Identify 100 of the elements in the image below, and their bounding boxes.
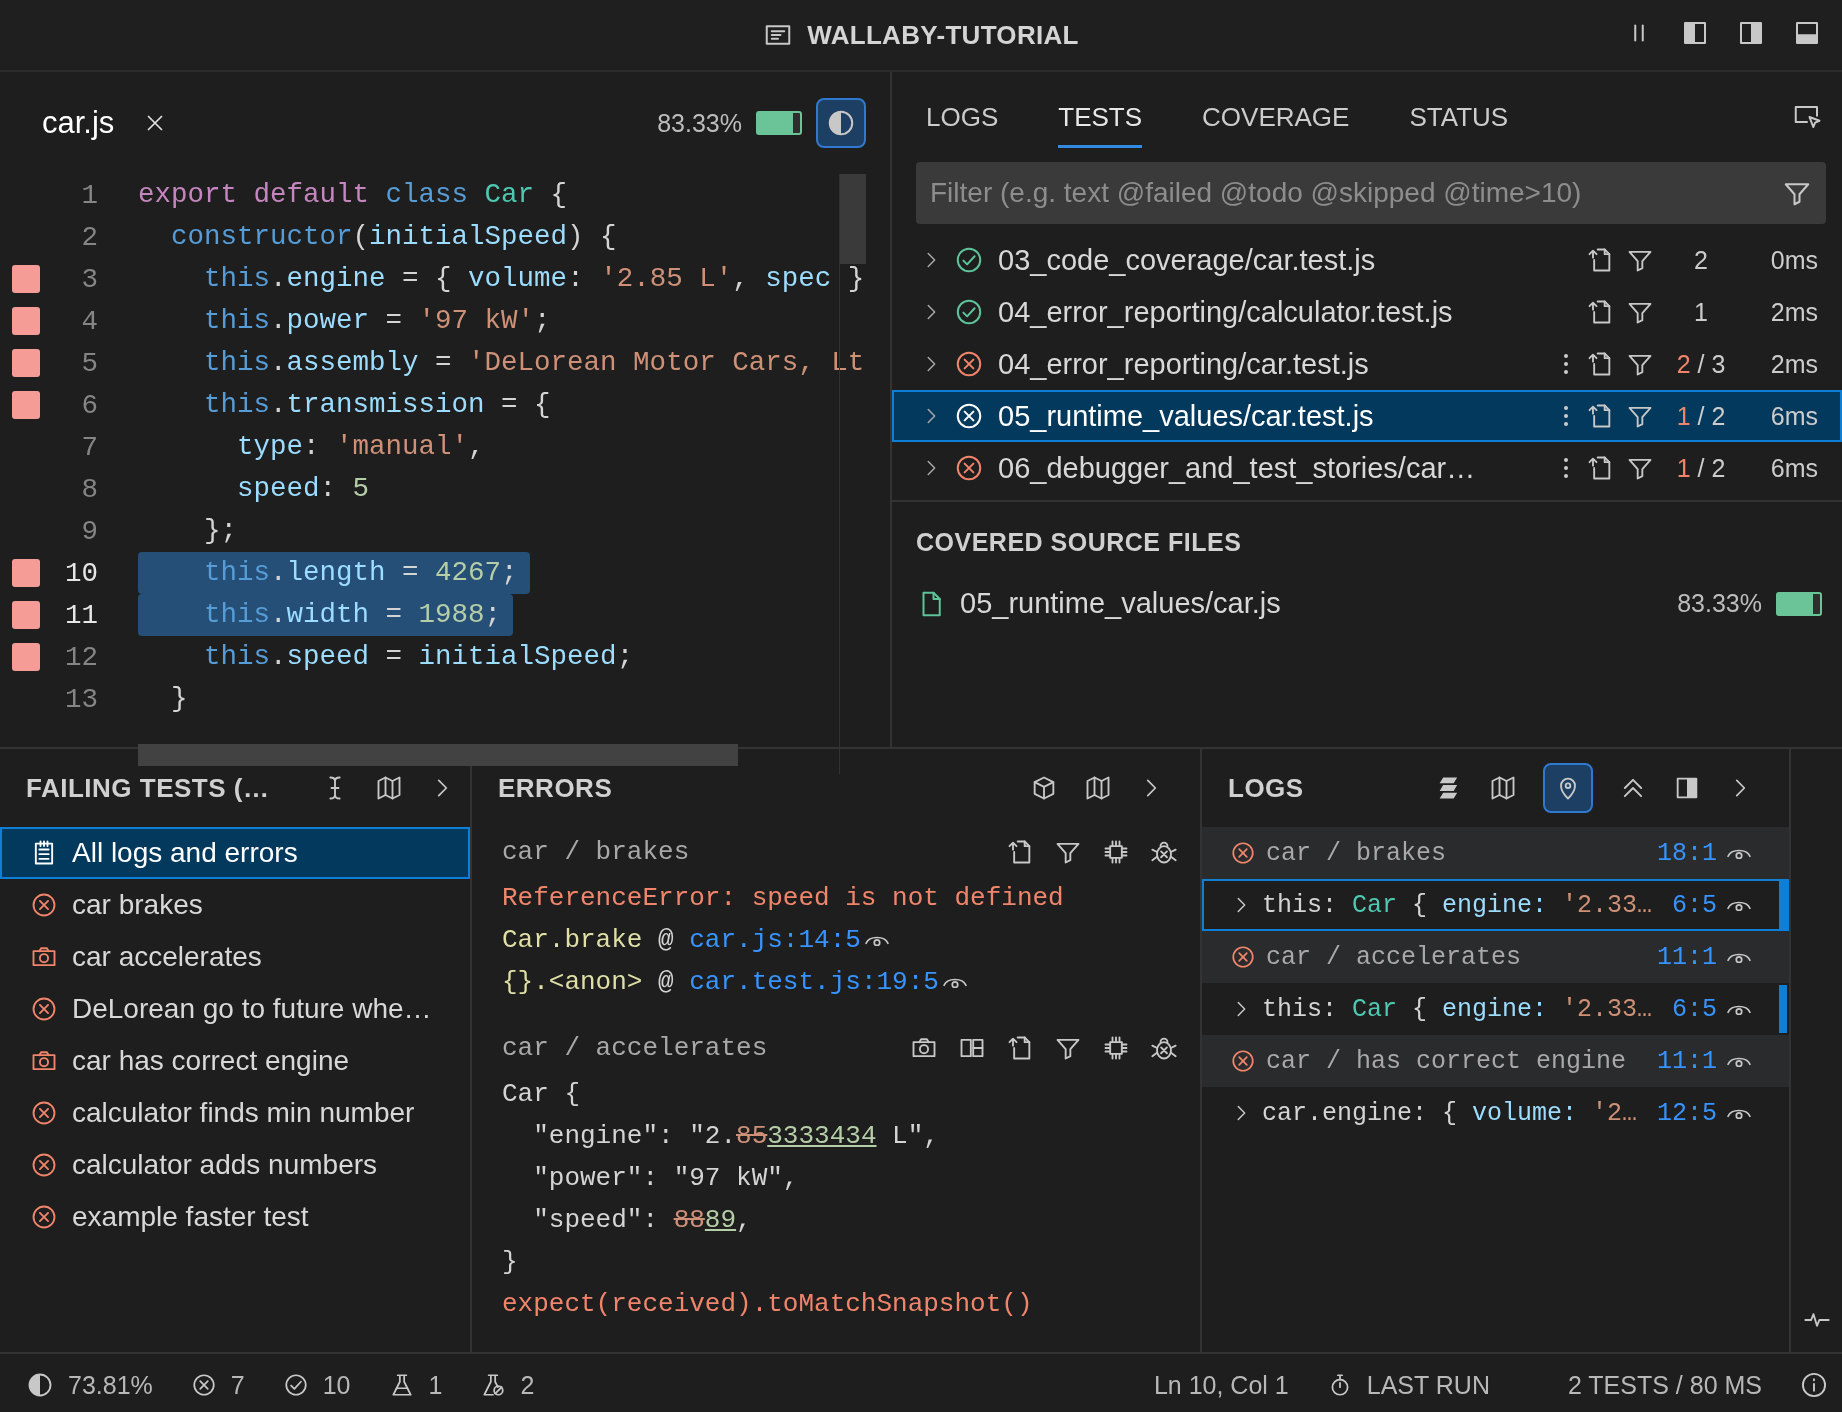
line-number: 3 <box>80 263 98 295</box>
file-name[interactable]: 05_runtime_values/car.js <box>960 587 1281 620</box>
eye-icon <box>1727 951 1751 963</box>
chip-icon <box>1102 1034 1130 1062</box>
failing-test-item[interactable]: example faster test <box>0 1191 470 1243</box>
tab[interactable]: COVERAGE <box>1202 86 1350 148</box>
test-file-name: 06_debugger_and_test_stories/car… <box>998 451 1476 485</box>
passed-icon <box>954 245 984 275</box>
source-location[interactable]: 18:1 <box>1657 838 1717 868</box>
test-count: 2 / 3 <box>1675 349 1727 379</box>
log-row[interactable]: this: Car { engine: '2.33… 6:5 <box>1202 879 1789 931</box>
failing-test-item[interactable]: DeLorean go to future whe… <box>0 983 470 1035</box>
error-icon <box>30 995 58 1023</box>
error-icon <box>1230 1048 1256 1074</box>
code-line: this.engine = { volume: '2.85 L', spec } <box>203 262 866 296</box>
coverage-icon <box>26 1371 54 1399</box>
log-row[interactable]: car / brakes 18:1 <box>1202 827 1789 879</box>
error-icon <box>1230 944 1256 970</box>
map-icon <box>1084 774 1112 802</box>
test-file-name: 04_error_reporting/calculator.test.js <box>998 295 1453 329</box>
source-location[interactable]: 6:5 <box>1672 890 1718 920</box>
error-icon <box>30 1151 58 1179</box>
test-duration: 0ms <box>1769 245 1818 275</box>
test-file-row[interactable]: 06_debugger_and_test_stories/car… 1 / 2 6ms <box>892 442 1842 494</box>
file-tab[interactable]: car.js <box>42 105 115 141</box>
line-number: 6 <box>80 389 98 421</box>
test-file-name: 03_code_coverage/car.test.js <box>998 243 1376 277</box>
tab[interactable]: TESTS <box>1058 86 1143 148</box>
snapshot-diff-line: "engine": "2.853333434 L", <box>532 1121 939 1151</box>
map-icon <box>1489 774 1517 802</box>
contrast-icon <box>826 108 856 138</box>
code-line: } <box>170 682 189 716</box>
code-line: this.assembly = 'DeLorean Motor Cars, Lt <box>203 346 866 380</box>
failing-test-item[interactable]: car has correct engine <box>0 1035 470 1087</box>
eye-icon <box>1727 1003 1752 1015</box>
pin-button[interactable] <box>1543 763 1593 813</box>
stack-frame: {}.<anon> @ car.test.js:19:5 <box>502 967 939 997</box>
code-line: export default class Car { <box>138 178 569 212</box>
failing-test-item[interactable]: car accelerates <box>0 931 470 983</box>
eye-icon <box>1727 1107 1752 1119</box>
test-file-name: 05_runtime_values/car.test.js <box>998 399 1374 433</box>
test-file-row[interactable]: 03_code_coverage/car.test.js 2 0ms <box>892 234 1842 286</box>
log-row[interactable]: car / has correct engine 11:1 <box>1202 1035 1789 1087</box>
test-file-row[interactable]: 04_error_reporting/car.test.js 2 / 3 2ms <box>892 338 1842 390</box>
section-title: COVERED SOURCE FILES <box>916 528 1243 557</box>
source-location[interactable]: 11:1 <box>1657 942 1717 972</box>
snapshot-diff-line: } <box>502 1247 518 1277</box>
test-duration: 2ms <box>1769 349 1818 379</box>
chip-icon <box>1102 838 1130 866</box>
line-number: 10 <box>64 557 98 589</box>
failed-icon <box>190 1372 217 1398</box>
failed-icon <box>954 453 984 483</box>
coverage-total: 73.81% <box>68 1370 153 1400</box>
test-file-row[interactable]: 04_error_reporting/calculator.test.js 1 2ms <box>892 286 1842 338</box>
code-line: this.power = '97 kW'; <box>203 304 552 338</box>
tab[interactable]: STATUS <box>1409 86 1509 148</box>
failed-icon <box>954 401 984 431</box>
test-count: 1 / 2 <box>1675 401 1727 431</box>
source-link[interactable]: car.test.js:19:5 <box>689 967 939 997</box>
eye-icon <box>942 976 967 988</box>
log-row[interactable]: car / accelerates 11:1 <box>1202 931 1789 983</box>
info-icon <box>1800 1371 1828 1399</box>
source-location[interactable]: 6:5 <box>1672 994 1718 1024</box>
line-number: 11 <box>64 599 98 631</box>
last-run[interactable]: LAST RUN <box>1366 1370 1490 1400</box>
window-title: WALLABY-TUTORIAL <box>807 19 1079 51</box>
filter-field[interactable]: Filter (e.g. text @failed @todo @skipped @time>10) <box>916 162 1826 224</box>
code-line: constructor(initialSpeed) { <box>170 220 618 254</box>
failing-test-item[interactable]: calculator adds numbers <box>0 1139 470 1191</box>
failed-count: 7 <box>230 1370 245 1400</box>
cursor-position[interactable]: Ln 10, Col 1 <box>1153 1370 1289 1400</box>
stack-frame: Car.brake @ car.js:14:5 <box>502 925 861 955</box>
line-number: 2 <box>80 221 98 253</box>
eye-icon <box>1727 847 1751 859</box>
snapshot-diff-line: Car { <box>502 1079 580 1109</box>
error-icon <box>30 1099 58 1127</box>
log-row[interactable]: car.engine: { volume: '2… 12:5 <box>1202 1087 1789 1139</box>
failing-test-item[interactable]: calculator finds min number <box>0 1087 470 1139</box>
source-location[interactable]: 12:5 <box>1657 1098 1718 1128</box>
failing-test-item[interactable]: car brakes <box>0 879 470 931</box>
panel-title: ERRORS <box>498 772 613 804</box>
test-file-row[interactable]: 05_runtime_values/car.test.js 1 / 2 6ms <box>892 390 1842 442</box>
test-count: 2 <box>1693 245 1709 275</box>
test-name: car / accelerates <box>502 1033 768 1063</box>
source-location[interactable]: 11:1 <box>1657 1046 1717 1076</box>
failed-icon <box>954 349 984 379</box>
passed-icon <box>954 297 984 327</box>
line-number: 7 <box>80 431 98 463</box>
log-row[interactable]: this: Car { engine: '2.33… 6:5 <box>1202 983 1789 1035</box>
code-line: }; <box>203 514 239 548</box>
error-message: expect(received).toMatchSnapshot() <box>502 1289 1033 1319</box>
line-number: 12 <box>64 641 98 673</box>
skipped-count: 2 <box>520 1370 535 1400</box>
tab[interactable]: LOGS <box>926 86 999 148</box>
test-duration: 2ms <box>1769 297 1818 327</box>
failing-test-item[interactable]: All logs and errors <box>0 827 470 879</box>
coverage-toggle-button[interactable] <box>816 98 866 148</box>
error-message: ReferenceError: speed is not defined <box>502 883 1064 913</box>
scrollbar[interactable] <box>138 744 738 766</box>
source-link[interactable]: car.js:14:5 <box>689 925 861 955</box>
